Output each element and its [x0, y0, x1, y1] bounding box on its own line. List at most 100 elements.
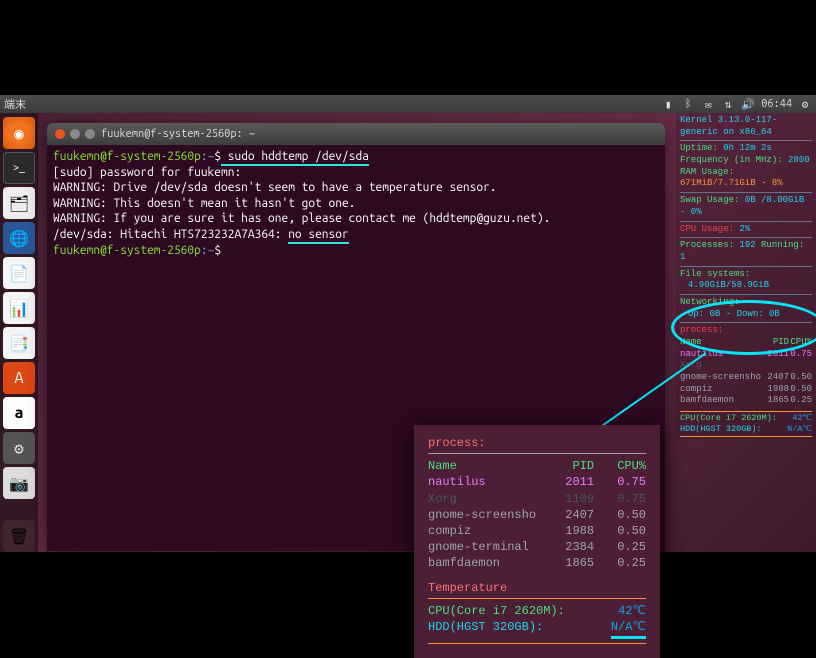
net-down: - Down: 0B	[726, 309, 780, 319]
proc-name: Xorg	[428, 491, 542, 507]
divider	[680, 140, 812, 141]
sound-icon[interactable]: 🔊	[741, 97, 755, 111]
libreoffice-writer-icon[interactable]: 📄	[3, 257, 35, 289]
clock[interactable]: 06:44	[761, 98, 792, 110]
conky-system-monitor: Kernel 3.13.0-117-generic on x86_64 Upti…	[676, 113, 816, 439]
dash-home-icon[interactable]: ◉	[3, 117, 35, 149]
fs-label: File systems:	[680, 269, 750, 279]
proc-pid: 2407	[766, 372, 789, 384]
terminal-line: fuukemn@f-system-2560p:~$	[53, 243, 659, 259]
running-label: Running:	[761, 240, 804, 250]
proc-pid: 2384	[542, 539, 594, 555]
proc-pid: 1988	[542, 523, 594, 539]
uptime-value: 0h 12m 2s	[723, 143, 772, 153]
proc-name: gnome-terminal	[428, 539, 542, 555]
firefox-icon[interactable]: 🌐	[3, 222, 35, 254]
proc-cpu	[789, 360, 812, 372]
terminal-line: [sudo] password for fuukemn:	[53, 165, 659, 181]
proc-pid	[766, 360, 789, 372]
trash-icon[interactable]: 🗑	[3, 520, 35, 552]
libreoffice-impress-icon[interactable]: 📑	[3, 327, 35, 359]
kernel-line: Kernel 3.13.0-117-generic on x86_64	[680, 115, 812, 138]
proc-cpu: 0.75	[789, 349, 812, 361]
proc-name: nautilus	[428, 474, 542, 490]
proc-cpu: 0.75	[594, 491, 646, 507]
net-label: Networking:	[680, 297, 739, 307]
cpu-temp-label: CPU(Core i7 2620M):	[680, 413, 777, 423]
battery-icon[interactable]: ▮	[661, 97, 675, 111]
col-name: Name	[428, 458, 542, 474]
libreoffice-calc-icon[interactable]: 📊	[3, 292, 35, 324]
screenshot-icon[interactable]: 📷	[3, 467, 35, 499]
minimize-button[interactable]	[70, 129, 80, 139]
uptime-label: Uptime:	[680, 143, 718, 153]
swap-label: Swap Usage:	[680, 195, 739, 205]
processes-label: Processes:	[680, 240, 734, 250]
divider	[680, 192, 812, 193]
menu-bar: 端末 ▮ ᛒ ✉ ⇅ 🔊 06:44 ⚙	[0, 95, 816, 113]
proc-name: gnome-screensho	[428, 507, 542, 523]
proc-cpu: 0.25	[594, 539, 646, 555]
messages-icon[interactable]: ✉	[701, 97, 715, 111]
proc-pid: 1988	[766, 384, 789, 396]
divider	[680, 294, 812, 295]
terminal-line: fuukemn@f-system-2560p:~$ sudo hddtemp /…	[53, 149, 659, 165]
proc-cpu: 0.75	[594, 474, 646, 490]
proc-cpu: 0.25	[789, 395, 812, 407]
hdd-temp-label: HDD(HGST 320GB):	[680, 424, 762, 434]
system-settings-icon[interactable]: ⚙	[3, 432, 35, 464]
zoom-hdd-temp-value: N/A℃	[611, 619, 646, 639]
zoom-temperature-section: Temperature CPU(Core i7 2620M): 42℃ HDD(…	[428, 580, 646, 645]
highlighted-output: no sensor	[288, 228, 348, 244]
proc-name: compiz	[428, 523, 542, 539]
maximize-button[interactable]	[85, 129, 95, 139]
fs-value: 4.90GiB/58.9GiB	[680, 280, 812, 292]
software-center-icon[interactable]: A	[3, 362, 35, 394]
prompt-dollar: $	[214, 244, 221, 257]
close-button[interactable]	[55, 129, 65, 139]
freq-value: 2800	[788, 155, 810, 165]
cpu-temp-value: 42℃	[792, 413, 812, 424]
gear-icon[interactable]: ⚙	[798, 97, 812, 111]
prompt-user: fuukemn@f-system-2560p	[53, 244, 201, 257]
col-name: Name	[680, 337, 766, 349]
col-pid: PID	[766, 337, 789, 349]
window-titlebar[interactable]: fuukemn@f-system-2560p: ~	[47, 123, 665, 145]
network-icon[interactable]: ⇅	[721, 97, 735, 111]
hdd-temp-value: N/A℃	[787, 424, 812, 435]
proc-pid: 1865	[766, 395, 789, 407]
process-table: NamePIDCPU% nautilus20110.75 Xorg gnome-…	[680, 337, 812, 407]
files-icon[interactable]: 🗂	[3, 187, 35, 219]
divider	[428, 453, 646, 454]
col-pid: PID	[542, 458, 594, 474]
amazon-icon[interactable]: a	[3, 397, 35, 429]
proc-name: compiz	[680, 384, 766, 396]
cpu-value: 2%	[739, 224, 750, 234]
divider	[680, 221, 812, 222]
command-text: sudo hddtemp /dev/sda	[221, 150, 369, 166]
zoom-hdd-temp-label: HDD(HGST 320GB):	[428, 619, 543, 639]
process-header: process:	[680, 325, 812, 337]
terminal-line: WARNING: Drive /dev/sda doesn't seem to …	[53, 180, 659, 196]
divider	[680, 266, 812, 267]
proc-name: nautilus	[680, 349, 766, 361]
divider	[428, 643, 646, 644]
temperature-section: CPU(Core i7 2620M): 42℃ HDD(HGST 320GB): N…	[680, 411, 812, 437]
proc-cpu: 0.50	[789, 384, 812, 396]
col-cpu: CPU%	[789, 337, 812, 349]
terminal-icon[interactable]: >_	[3, 152, 35, 184]
bluetooth-icon[interactable]: ᛒ	[681, 97, 695, 111]
proc-name: bamfdaemon	[680, 395, 766, 407]
divider	[680, 322, 812, 323]
zoom-callout-panel: process: NamePIDCPU% nautilus20110.75 Xo…	[414, 425, 660, 658]
system-tray: ▮ ᛒ ✉ ⇅ 🔊 06:44 ⚙	[661, 97, 812, 111]
proc-pid: 2407	[542, 507, 594, 523]
zoom-process-header: process:	[428, 435, 646, 451]
zoom-cpu-temp-label: CPU(Core i7 2620M):	[428, 603, 565, 619]
proc-cpu: 0.50	[594, 507, 646, 523]
proc-name: bamfdaemon	[428, 555, 542, 571]
proc-name: gnome-screensho	[680, 372, 766, 384]
proc-cpu: 0.25	[594, 555, 646, 571]
terminal-output[interactable]: fuukemn@f-system-2560p:~$ sudo hddtemp /…	[47, 145, 665, 262]
running-value: 1	[680, 252, 685, 262]
